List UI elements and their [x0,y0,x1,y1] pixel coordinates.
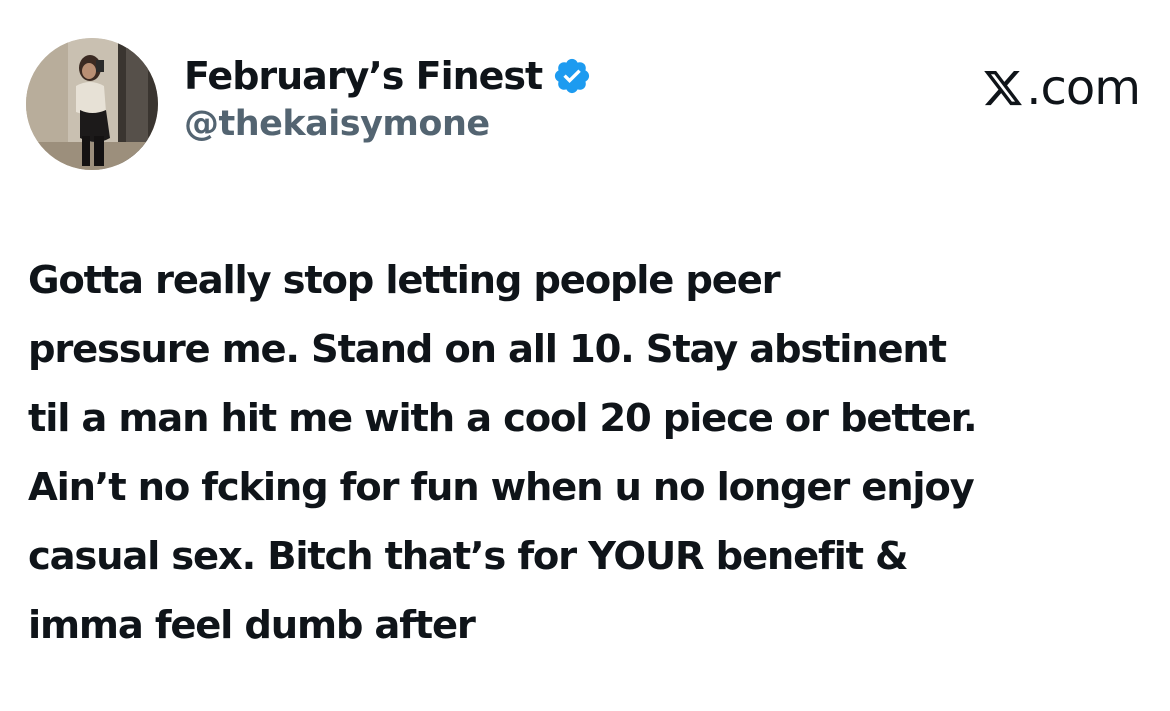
tweet-text-line: pressure me. Stand on all 10. Stay absti… [28,327,947,372]
tweet-text-line: imma feel dumb after [28,603,476,648]
brand-domain-text: .com [1026,60,1141,116]
name-row: February’s Finest [184,50,592,102]
tweet-text-line: Gotta really stop letting people peer [28,258,781,303]
tweet-text: Gotta really stop letting people peer pr… [28,246,1148,660]
author-identity: February’s Finest @thekaisymone [184,50,592,144]
author-display-name[interactable]: February’s Finest [184,54,543,98]
tweet-text-line: casual sex. Bitch that’s for YOUR benefi… [28,534,909,579]
author-handle[interactable]: @thekaisymone [184,104,592,144]
x-logo-icon [984,70,1023,106]
brand-watermark: .com [981,60,1141,116]
avatar-photo [26,38,158,170]
avatar[interactable] [26,38,158,170]
tweet-text-line: til a man hit me with a cool 20 piece or… [28,396,978,441]
tweet-header: February’s Finest @thekaisymone .com [26,38,1144,170]
verified-badge-icon [555,58,590,94]
tweet-text-line: Ain’t no fcking for fun when u no longer… [28,465,975,510]
